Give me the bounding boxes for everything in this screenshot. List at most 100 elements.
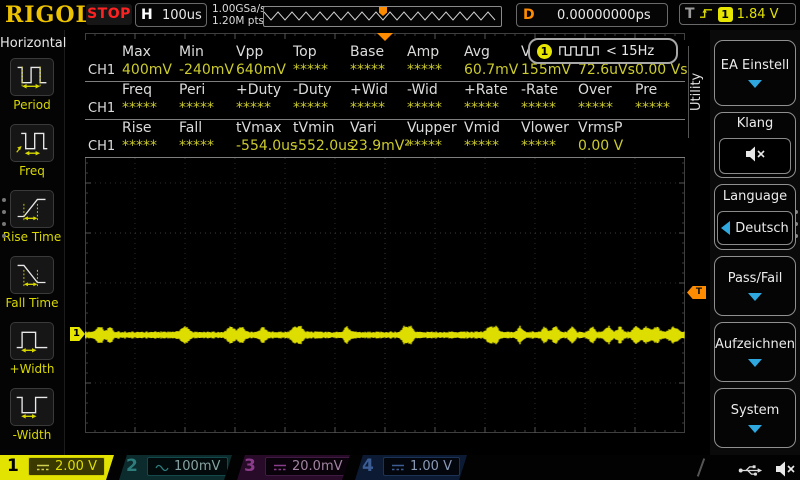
oscilloscope-display: RIGOL STOP H 100us 1.00GSa/s 1.20M pts D… <box>0 0 800 480</box>
channel-number: 4 <box>362 456 374 476</box>
meas-header: -Rate <box>521 82 559 98</box>
menu-item-ea-einstell[interactable]: EA Einstell <box>714 40 796 106</box>
meas-header: Max <box>122 44 151 60</box>
minus-width-icon <box>14 390 50 425</box>
meas-value: ***** <box>635 100 670 116</box>
ch1-ground-level-marker[interactable]: 1 <box>70 327 85 341</box>
channel-4-status[interactable]: 4 1.00 V <box>355 455 467 480</box>
chevron-down-icon <box>748 359 762 367</box>
sidebar-button-width[interactable] <box>10 322 54 360</box>
sidebar-item-width: +Width <box>0 322 64 388</box>
meas-header: Rise <box>122 120 152 136</box>
language-selector[interactable]: Deutsch <box>717 211 793 245</box>
trigger-level-value: 1.84 V <box>736 6 779 22</box>
meas-header: -Wid <box>407 82 438 98</box>
sidebar-button-freq[interactable] <box>10 124 54 162</box>
channel-2-status[interactable]: 2 100mV <box>119 455 232 480</box>
meas-header: Base <box>350 44 385 60</box>
chevron-left-icon <box>721 221 731 235</box>
chevron-down-icon <box>748 293 762 301</box>
channel-number: 2 <box>126 456 138 476</box>
menu-item-language[interactable]: Language Deutsch <box>714 184 796 250</box>
divider <box>696 458 706 477</box>
dc-coupling-icon <box>273 457 287 476</box>
chevron-down-icon <box>748 80 762 88</box>
left-menu-title: Horizontal <box>0 36 67 51</box>
delay-readout[interactable]: D 0.00000000ps <box>516 3 668 27</box>
meas-header: Top <box>293 44 317 60</box>
rising-edge-icon <box>699 5 714 24</box>
meas-header: -Duty <box>293 82 332 98</box>
sidebar-item-fall-time: Fall Time <box>0 256 64 322</box>
meas-header: Vupper <box>407 120 457 136</box>
dc-coupling-icon <box>391 457 405 476</box>
menu-item-label: System <box>730 403 780 418</box>
trigger-label: T <box>685 6 695 22</box>
meas-header: Peri <box>179 82 206 98</box>
usb-icon <box>738 462 763 480</box>
measurement-header-row: Rise Fall tVmax tVmin Vari Vupper Vmid Vlower Vr… <box>85 120 685 138</box>
speaker-muted-icon <box>772 459 798 480</box>
channel-scale-value: 20.0mV <box>292 459 343 474</box>
measurement-header-row: Freq Peri +Duty -Duty +Wid -Wid +Rate -Rate Over… <box>85 82 685 100</box>
sidebar-item-label: Rise Time <box>2 230 62 244</box>
meas-header: Vpp <box>236 44 264 60</box>
meas-value: -240mV <box>179 62 234 78</box>
horizontal-timebase-control[interactable]: H 100us <box>135 3 207 27</box>
meas-header: Vlower <box>521 120 569 136</box>
channel-label: CH1 <box>88 139 116 154</box>
trigger-level-marker[interactable]: T <box>687 286 706 299</box>
meas-value: ***** <box>293 62 328 78</box>
menu-item-label: Pass/Fail <box>727 271 783 286</box>
delay-value: 0.00000000ps <box>557 7 651 23</box>
klang-toggle-button[interactable] <box>719 138 791 174</box>
menu-item-system[interactable]: System <box>714 388 796 448</box>
menu-item-pass-fail[interactable]: Pass/Fail <box>714 256 796 316</box>
run-state-indicator[interactable]: STOP <box>86 4 132 25</box>
meas-value: 60.7mV <box>464 62 519 78</box>
memory-depth: 1.20M pts <box>212 15 265 27</box>
sidebar-button-rise-time[interactable] <box>10 190 54 228</box>
meas-value: ***** <box>350 62 385 78</box>
channel-scale-value: 1.00 V <box>410 459 452 474</box>
meas-header: Min <box>179 44 204 60</box>
trigger-status[interactable]: T 1 1.84 V <box>679 3 796 25</box>
ac-coupling-icon <box>155 457 169 476</box>
meas-value: ***** <box>407 62 442 78</box>
meas-value: ***** <box>122 138 157 154</box>
meas-header: Vari <box>350 120 377 136</box>
meas-header: tVmax <box>236 120 282 136</box>
trigger-frequency-popup: 1 < 15Hz <box>528 38 678 64</box>
channel-status-bar: 1 2.00 V 2 100mV 3 20.0mV 4 1.00 V <box>0 455 800 480</box>
channel-scale-box: 100mV <box>147 457 229 476</box>
menu-page-dots <box>2 190 6 246</box>
channel-3-status[interactable]: 3 20.0mV <box>237 455 350 480</box>
meas-header: +Duty <box>236 82 282 98</box>
channel-number: 3 <box>244 456 256 476</box>
sidebar-button-fall-time[interactable] <box>10 256 54 294</box>
waveform-preview-strip[interactable] <box>263 6 502 27</box>
meas-header: Vmid <box>464 120 500 136</box>
meas-value: 400mV <box>122 62 172 78</box>
meas-value: -554.0us <box>236 138 298 154</box>
meas-header: +Wid <box>350 82 389 98</box>
sidebar-item-freq: Freq <box>0 124 64 190</box>
trigger-position-marker[interactable] <box>377 33 393 41</box>
meas-value: 640mV <box>236 62 286 78</box>
channel-1-status[interactable]: 1 2.00 V <box>0 455 114 480</box>
menu-item-klang[interactable]: Klang <box>714 112 796 178</box>
period-icon <box>14 60 50 95</box>
meas-header: +Rate <box>464 82 508 98</box>
right-softkey-menu: EA Einstell Klang Language Deutsch Pass/Fail… <box>710 30 800 455</box>
freq-icon <box>14 126 50 161</box>
sidebar-button-period[interactable] <box>10 58 54 96</box>
top-status-bar: RIGOL STOP H 100us 1.00GSa/s 1.20M pts D… <box>0 0 800 30</box>
delay-label: D <box>523 7 535 23</box>
rise-time-icon <box>14 192 50 227</box>
sidebar-button-width[interactable] <box>10 388 54 426</box>
meas-header: Freq <box>122 82 152 98</box>
popup-frequency-text: < 15Hz <box>606 43 655 59</box>
meas-header: Amp <box>407 44 440 60</box>
menu-item-aufzeichnen[interactable]: Aufzeichnen <box>714 322 796 382</box>
acquisition-info: 1.00GSa/s 1.20M pts <box>212 3 266 27</box>
